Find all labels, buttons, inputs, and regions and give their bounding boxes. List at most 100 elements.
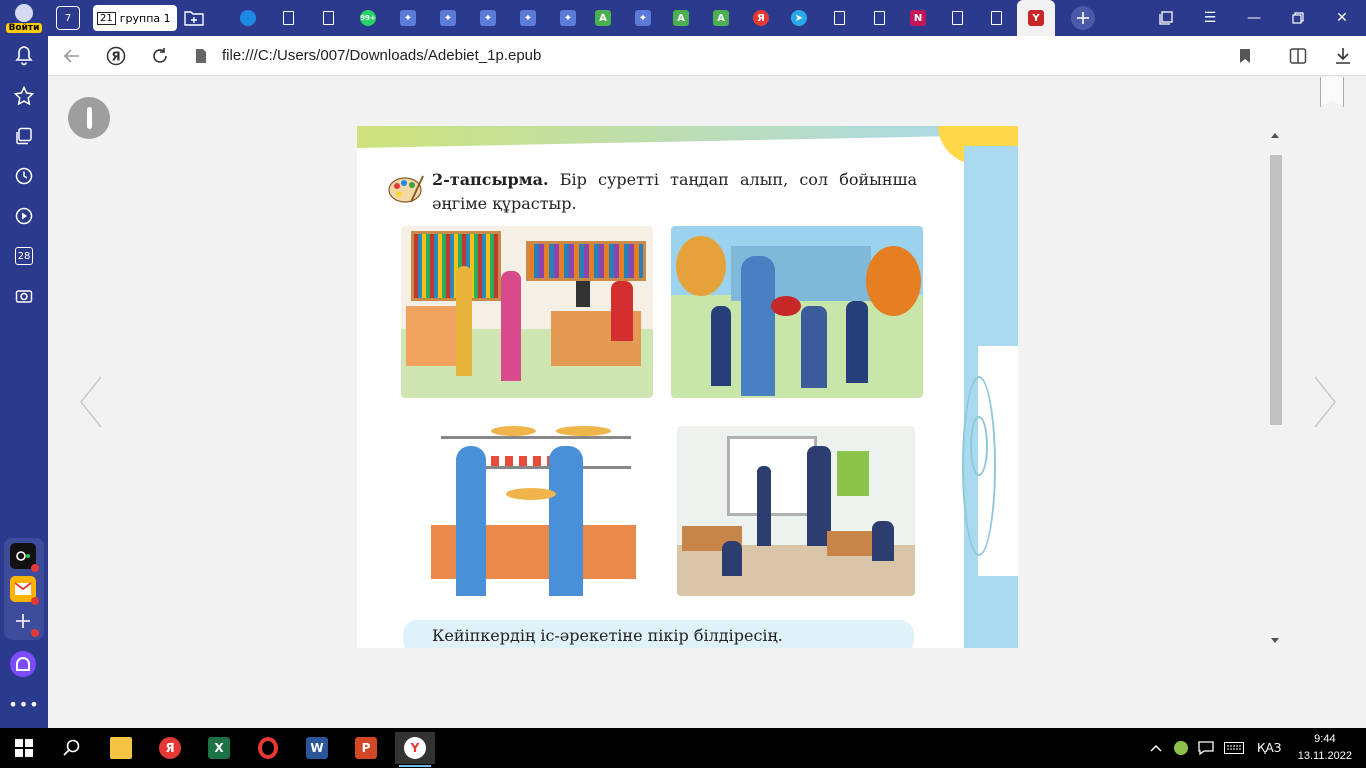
reader-mode-icon[interactable] (1286, 44, 1310, 68)
user-avatar-icon (15, 4, 33, 22)
tab-document-icon[interactable] (983, 5, 1009, 31)
tab-site-logo-icon[interactable] (235, 5, 261, 31)
restore-icon[interactable] (1276, 0, 1320, 36)
close-window-icon[interactable]: ✕ (1320, 0, 1364, 36)
login-label: Войти (5, 23, 43, 33)
mail-icon[interactable] (10, 576, 39, 605)
tab-green-a-icon[interactable]: A (708, 5, 734, 31)
tab-slides-icon[interactable]: N (905, 5, 931, 31)
keyboard-icon[interactable] (1224, 728, 1244, 768)
show-hidden-icons-chevron-icon[interactable] (1150, 728, 1162, 768)
group-label: группа 1 (119, 11, 171, 25)
notification-message-icon[interactable] (1198, 728, 1214, 768)
tab-green-a-icon[interactable]: A (668, 5, 694, 31)
picture-cafeteria (431, 426, 636, 606)
tab-collections-icon[interactable] (1144, 0, 1188, 36)
scroll-down-arrow-icon[interactable] (1271, 638, 1279, 643)
tab-bar: 7 21 группа 1 99+ ✦ ✦ ✦ ✦ ✦ A ✦ A A Я ➤ … (48, 0, 1366, 36)
windows-taskbar: Я X W P Y ҚАЗ 9:44 13.11.2022 (0, 728, 1366, 768)
tab-bilimland-icon[interactable]: ✦ (630, 5, 656, 31)
clock-date: 13.11.2022 (1297, 750, 1352, 762)
tab-count-label: 7 (64, 12, 72, 24)
page-top-stripe (357, 126, 1018, 148)
book-page: 2-тапсырма. Бір суретті таңдап алып, сол… (357, 126, 1018, 648)
tab-bilimland-icon[interactable]: ✦ (435, 5, 461, 31)
calendar-icon[interactable]: 28 (8, 240, 40, 272)
video-play-icon[interactable] (8, 200, 40, 232)
history-clock-icon[interactable] (8, 160, 40, 192)
menu-hamburger-icon[interactable]: ☰ (1188, 0, 1232, 36)
favorites-star-icon[interactable] (8, 80, 40, 112)
tab-group-button[interactable]: 21 группа 1 (93, 5, 177, 31)
yandex-active-taskbar-icon[interactable]: Y (395, 732, 435, 767)
scroll-thumb[interactable] (1270, 155, 1282, 425)
search-icon[interactable] (52, 732, 92, 764)
login-button[interactable]: Войти (2, 2, 46, 34)
scroll-up-arrow-icon[interactable] (1271, 133, 1279, 138)
excel-icon[interactable]: X (199, 732, 239, 764)
tab-bilimland-icon[interactable]: ✦ (515, 5, 541, 31)
tab-document-icon[interactable] (315, 5, 341, 31)
tab-bilimland-icon[interactable]: ✦ (555, 5, 581, 31)
tab-document-icon[interactable] (866, 5, 892, 31)
tab-bilimland-icon[interactable]: ✦ (395, 5, 421, 31)
tab-whatsapp-icon[interactable]: 99+ (355, 5, 381, 31)
yandex-browser-taskbar-icon[interactable]: Я (150, 732, 190, 764)
address-bar: Я file:///C:/Users/007/Downloads/Adebiet… (48, 36, 1366, 76)
clock-time: 9:44 (1314, 733, 1336, 745)
epub-viewer: 2-тапсырма. Бір суретті таңдап алып, сол… (48, 77, 1366, 728)
opera-icon[interactable] (248, 732, 288, 764)
tab-telegram-icon[interactable]: ➤ (786, 5, 812, 31)
prev-page-arrow-icon[interactable] (76, 372, 106, 432)
messenger-app-icon[interactable] (10, 543, 39, 572)
file-page-icon (189, 44, 213, 68)
notifications-bell-icon[interactable] (8, 40, 40, 72)
download-icon[interactable] (1331, 44, 1355, 68)
file-explorer-icon[interactable] (101, 732, 141, 764)
calendar-day-label: 28 (15, 247, 33, 265)
tab-active-epub[interactable]: Y (1017, 0, 1055, 36)
back-arrow-icon[interactable] (60, 44, 84, 68)
browser-sidebar: Войти 28 ••• (0, 0, 48, 728)
picture-school-yard (671, 226, 923, 398)
all-tabs-button[interactable]: 7 (56, 6, 80, 30)
tray-app-icon[interactable] (1174, 728, 1188, 768)
word-icon[interactable]: W (297, 732, 337, 764)
new-group-folder-icon[interactable] (181, 5, 207, 31)
toc-toggle-button[interactable] (68, 97, 110, 139)
kazakh-ornament-inner (970, 416, 988, 476)
vertical-scrollbar[interactable] (1268, 129, 1284, 647)
next-page-arrow-icon[interactable] (1310, 372, 1340, 432)
new-tab-plus-icon[interactable] (1071, 6, 1095, 30)
add-panel-icon[interactable] (10, 608, 39, 637)
collections-icon[interactable] (8, 120, 40, 152)
input-language[interactable]: ҚАЗ (1257, 728, 1281, 768)
tab-green-a-icon[interactable]: A (590, 5, 616, 31)
minimize-icon[interactable]: — (1232, 0, 1276, 36)
screenshot-camera-icon[interactable] (8, 280, 40, 312)
system-clock[interactable]: 9:44 13.11.2022 (1298, 731, 1352, 765)
tab-yandex-icon[interactable]: Я (748, 5, 774, 31)
group-count-label: 21 (97, 11, 116, 25)
url-field[interactable]: file:///C:/Users/007/Downloads/Adebiet_1… (222, 47, 541, 64)
svg-text:Я: Я (111, 50, 120, 64)
bookmark-icon[interactable] (1233, 44, 1257, 68)
powerpoint-icon[interactable]: P (346, 732, 386, 764)
windows-start-icon[interactable] (4, 732, 44, 764)
task-text: 2-тапсырма. Бір суретті таңдап алып, сол… (432, 168, 917, 216)
tab-bilimland-icon[interactable]: ✦ (475, 5, 501, 31)
epub-reader-icon: Y (1028, 10, 1044, 26)
picture-library (401, 226, 653, 398)
task-number: 2-тапсырма. (432, 170, 549, 189)
tab-document-icon[interactable] (275, 5, 301, 31)
picture-classroom (677, 426, 915, 596)
tab-document-icon[interactable] (826, 5, 852, 31)
reload-icon[interactable] (148, 44, 172, 68)
more-icon[interactable]: ••• (8, 688, 40, 720)
page-bookmark-flag[interactable] (1320, 77, 1344, 107)
tab-document-icon[interactable] (944, 5, 970, 31)
paint-palette-icon (388, 175, 424, 203)
alice-assistant-icon[interactable] (10, 651, 36, 677)
yandex-home-icon[interactable]: Я (104, 44, 128, 68)
bottom-note: Кейіпкердің іс-әрекетіне пікір білдіресі… (403, 620, 914, 648)
